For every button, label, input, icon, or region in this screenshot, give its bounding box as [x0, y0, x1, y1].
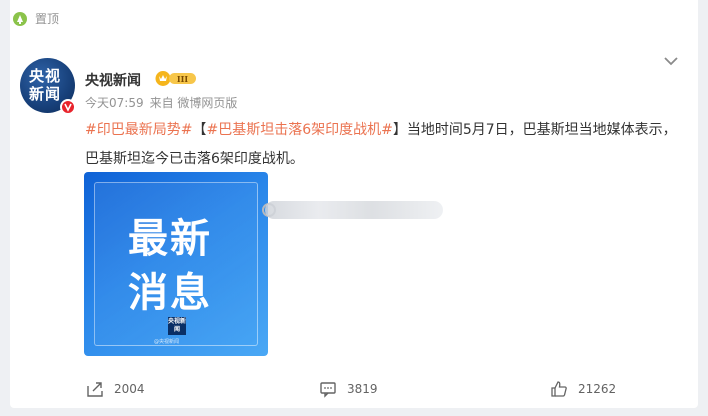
forward-icon: [87, 382, 103, 397]
image-text-line1: 最新: [128, 216, 212, 262]
author-name[interactable]: 央视新闻: [85, 70, 141, 90]
blurred-link[interactable]: [265, 201, 443, 219]
image-logo: 央视新闻: [168, 317, 187, 335]
post-text: #印巴最新局势#【#巴基斯坦击落6架印度战机#】当地时间5月7日，巴基斯坦当地媒…: [85, 116, 685, 174]
like-button[interactable]: 21262: [550, 380, 616, 398]
post-time[interactable]: 今天07:59: [85, 94, 144, 111]
comment-button[interactable]: 3819: [319, 380, 378, 398]
post-card: 置顶 央视 新闻 央视新闻 III 今天07:59 来自 微博网页版 #印巴最新…: [10, 0, 698, 408]
image-text-line2: 消息: [128, 270, 212, 316]
forward-count: 2004: [114, 382, 145, 396]
verified-icon: [60, 99, 76, 115]
medal-icon[interactable]: III: [155, 70, 197, 87]
topic-link-2[interactable]: #巴基斯坦击落6架印度战机#: [206, 122, 392, 138]
topic-link-1[interactable]: #印巴最新局势#: [85, 122, 192, 138]
like-count: 21262: [578, 382, 617, 396]
image-caption: @央视新闻: [154, 339, 180, 345]
post-meta: 今天07:59 来自 微博网页版: [85, 94, 237, 111]
chevron-down-icon[interactable]: [662, 52, 680, 70]
pinned-indicator: 置顶: [12, 10, 59, 27]
comment-count: 3819: [347, 382, 378, 396]
svg-text:III: III: [177, 74, 188, 84]
comment-icon: [320, 382, 336, 398]
bracket-open: 【: [192, 122, 207, 138]
post-image[interactable]: 最新 消息 央视新闻 @央视新闻: [84, 172, 268, 356]
post-source: 来自 微博网页版: [149, 96, 238, 110]
avatar-text-line1: 央视: [29, 67, 62, 85]
pin-icon: [13, 11, 27, 26]
bracket-close: 】: [392, 122, 407, 138]
like-icon: [551, 381, 567, 397]
pinned-label: 置顶: [35, 12, 60, 26]
forward-button[interactable]: 2004: [86, 380, 145, 398]
